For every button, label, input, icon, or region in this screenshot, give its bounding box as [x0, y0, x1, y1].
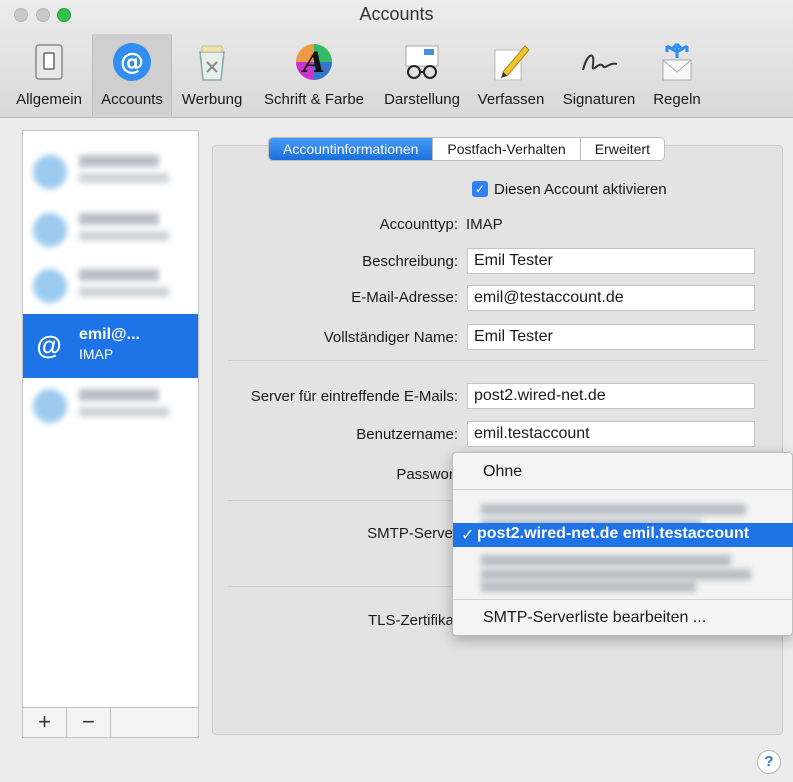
- account-type-blurred: [79, 231, 169, 241]
- email-label: E-Mail-Adresse:: [351, 289, 458, 306]
- account-type-value: IMAP: [466, 216, 503, 233]
- account-name-blurred: [79, 155, 159, 167]
- checkmark-icon: ✓: [461, 527, 475, 544]
- smtp-option-selected-label: post2.wired-net.de emil.testaccount: [477, 525, 750, 542]
- smtp-edit-server-list-label: SMTP-Serverliste bearbeiten ...: [483, 609, 707, 626]
- account-type-blurred: [79, 173, 169, 183]
- svg-text:@: @: [120, 48, 144, 76]
- divider: [228, 586, 452, 587]
- account-name: emil@...: [79, 326, 140, 343]
- smtp-option-blurred: [481, 581, 696, 592]
- toolbar-junk[interactable]: Werbung: [174, 34, 250, 116]
- account-list-item[interactable]: [23, 199, 198, 263]
- account-type-blurred: [79, 287, 169, 297]
- tab-account-information[interactable]: Accountinformationen: [269, 138, 434, 160]
- username-field[interactable]: [467, 421, 755, 447]
- signature-icon: [582, 54, 618, 71]
- smtp-option-none-label: Ohne: [483, 463, 523, 480]
- account-name-blurred: [79, 213, 159, 225]
- divider: [228, 500, 452, 501]
- toolbar-label: Werbung: [181, 91, 243, 108]
- svg-text:A: A: [300, 46, 325, 79]
- junk-trash-icon: [199, 45, 225, 81]
- toolbar-label: Regeln: [653, 91, 701, 108]
- enable-account-checkbox[interactable]: ✓: [472, 181, 488, 197]
- account-icon: [33, 213, 67, 247]
- help-button[interactable]: ?: [757, 750, 781, 774]
- toolbar-general[interactable]: Allgemein: [6, 34, 92, 116]
- settings-tabs: Accountinformationen Postfach-Verhalten …: [268, 137, 665, 161]
- incoming-server-label: Server für eintreffende E-Mails:: [250, 388, 458, 405]
- divider: [228, 360, 768, 361]
- window-title: Accounts: [359, 4, 434, 24]
- window-titlebar: Accounts Allgemein @ Accounts Werbung A …: [0, 0, 793, 118]
- fullname-label: Vollständiger Name:: [323, 329, 458, 346]
- account-type-blurred: [79, 407, 169, 417]
- toolbar-viewing[interactable]: Darstellung: [378, 34, 466, 116]
- toolbar-rules[interactable]: Regeln: [644, 34, 710, 116]
- toolbar-label: Allgemein: [16, 91, 82, 108]
- account-icon: [33, 389, 67, 423]
- toolbar-label: Darstellung: [384, 91, 460, 108]
- at-sign-icon: @: [113, 43, 151, 81]
- toolbar-composing[interactable]: Verfassen: [470, 34, 552, 116]
- enable-account-label: Diesen Account aktivieren: [494, 181, 667, 198]
- fullname-field[interactable]: [467, 324, 755, 350]
- account-list-item-selected[interactable]: @ emil@... IMAP: [23, 314, 198, 378]
- smtp-option-selected[interactable]: ✓ post2.wired-net.de emil.testaccount: [453, 523, 793, 547]
- account-list-item[interactable]: [23, 141, 198, 205]
- menu-separator: [453, 489, 793, 490]
- tls-certificate-label: TLS-Zertifikat: [367, 612, 458, 629]
- description-label: Beschreibung:: [362, 253, 458, 270]
- toolbar-label: Verfassen: [477, 91, 545, 108]
- toolbar-label: Accounts: [101, 91, 163, 108]
- font-color-icon: A: [296, 44, 332, 80]
- account-type-label: Accounttyp:: [379, 216, 458, 233]
- account-icon: [33, 155, 67, 189]
- toolbar-label: Signaturen: [562, 91, 636, 108]
- tab-mailbox-behavior[interactable]: Postfach-Verhalten: [433, 138, 581, 160]
- password-label: Passwort: [396, 466, 458, 483]
- username-label: Benutzername:: [356, 426, 458, 443]
- general-switch-icon: [35, 44, 63, 80]
- rules-envelope-icon: [662, 42, 692, 81]
- smtp-server-popup-menu[interactable]: Ohne ✓ post2.wired-net.de emil.testaccou…: [452, 452, 793, 636]
- toolbar-label: Schrift & Farbe: [263, 91, 365, 108]
- incoming-server-field[interactable]: [467, 383, 755, 409]
- smtp-server-label: SMTP-Server: [367, 525, 458, 542]
- smtp-edit-server-list[interactable]: SMTP-Serverliste bearbeiten ...: [453, 607, 793, 631]
- account-list[interactable]: @ emil@... IMAP: [22, 130, 199, 738]
- toolbar-signatures[interactable]: Signaturen: [555, 34, 643, 116]
- account-list-item[interactable]: [23, 375, 198, 439]
- account-name-blurred: [79, 389, 159, 401]
- account-name-blurred: [79, 269, 159, 281]
- account-type: IMAP: [79, 346, 114, 362]
- toolbar-fonts-colors[interactable]: A Schrift & Farbe: [252, 34, 376, 116]
- email-field[interactable]: [467, 285, 755, 311]
- remove-account-button[interactable]: −: [67, 708, 111, 737]
- smtp-option-none[interactable]: Ohne: [453, 461, 793, 485]
- toolbar-accounts[interactable]: @ Accounts: [92, 34, 172, 116]
- at-sign-icon: @: [36, 330, 62, 360]
- account-icon: [33, 269, 67, 303]
- tab-advanced[interactable]: Erweitert: [581, 138, 664, 160]
- smtp-option[interactable]: [453, 577, 793, 601]
- pencil-icon: [494, 45, 530, 81]
- add-account-button[interactable]: +: [23, 708, 67, 737]
- account-list-item[interactable]: [23, 255, 198, 319]
- menu-separator: [453, 599, 793, 600]
- glasses-icon: [405, 45, 439, 79]
- account-list-buttons: + −: [22, 707, 199, 738]
- description-field[interactable]: [467, 248, 755, 274]
